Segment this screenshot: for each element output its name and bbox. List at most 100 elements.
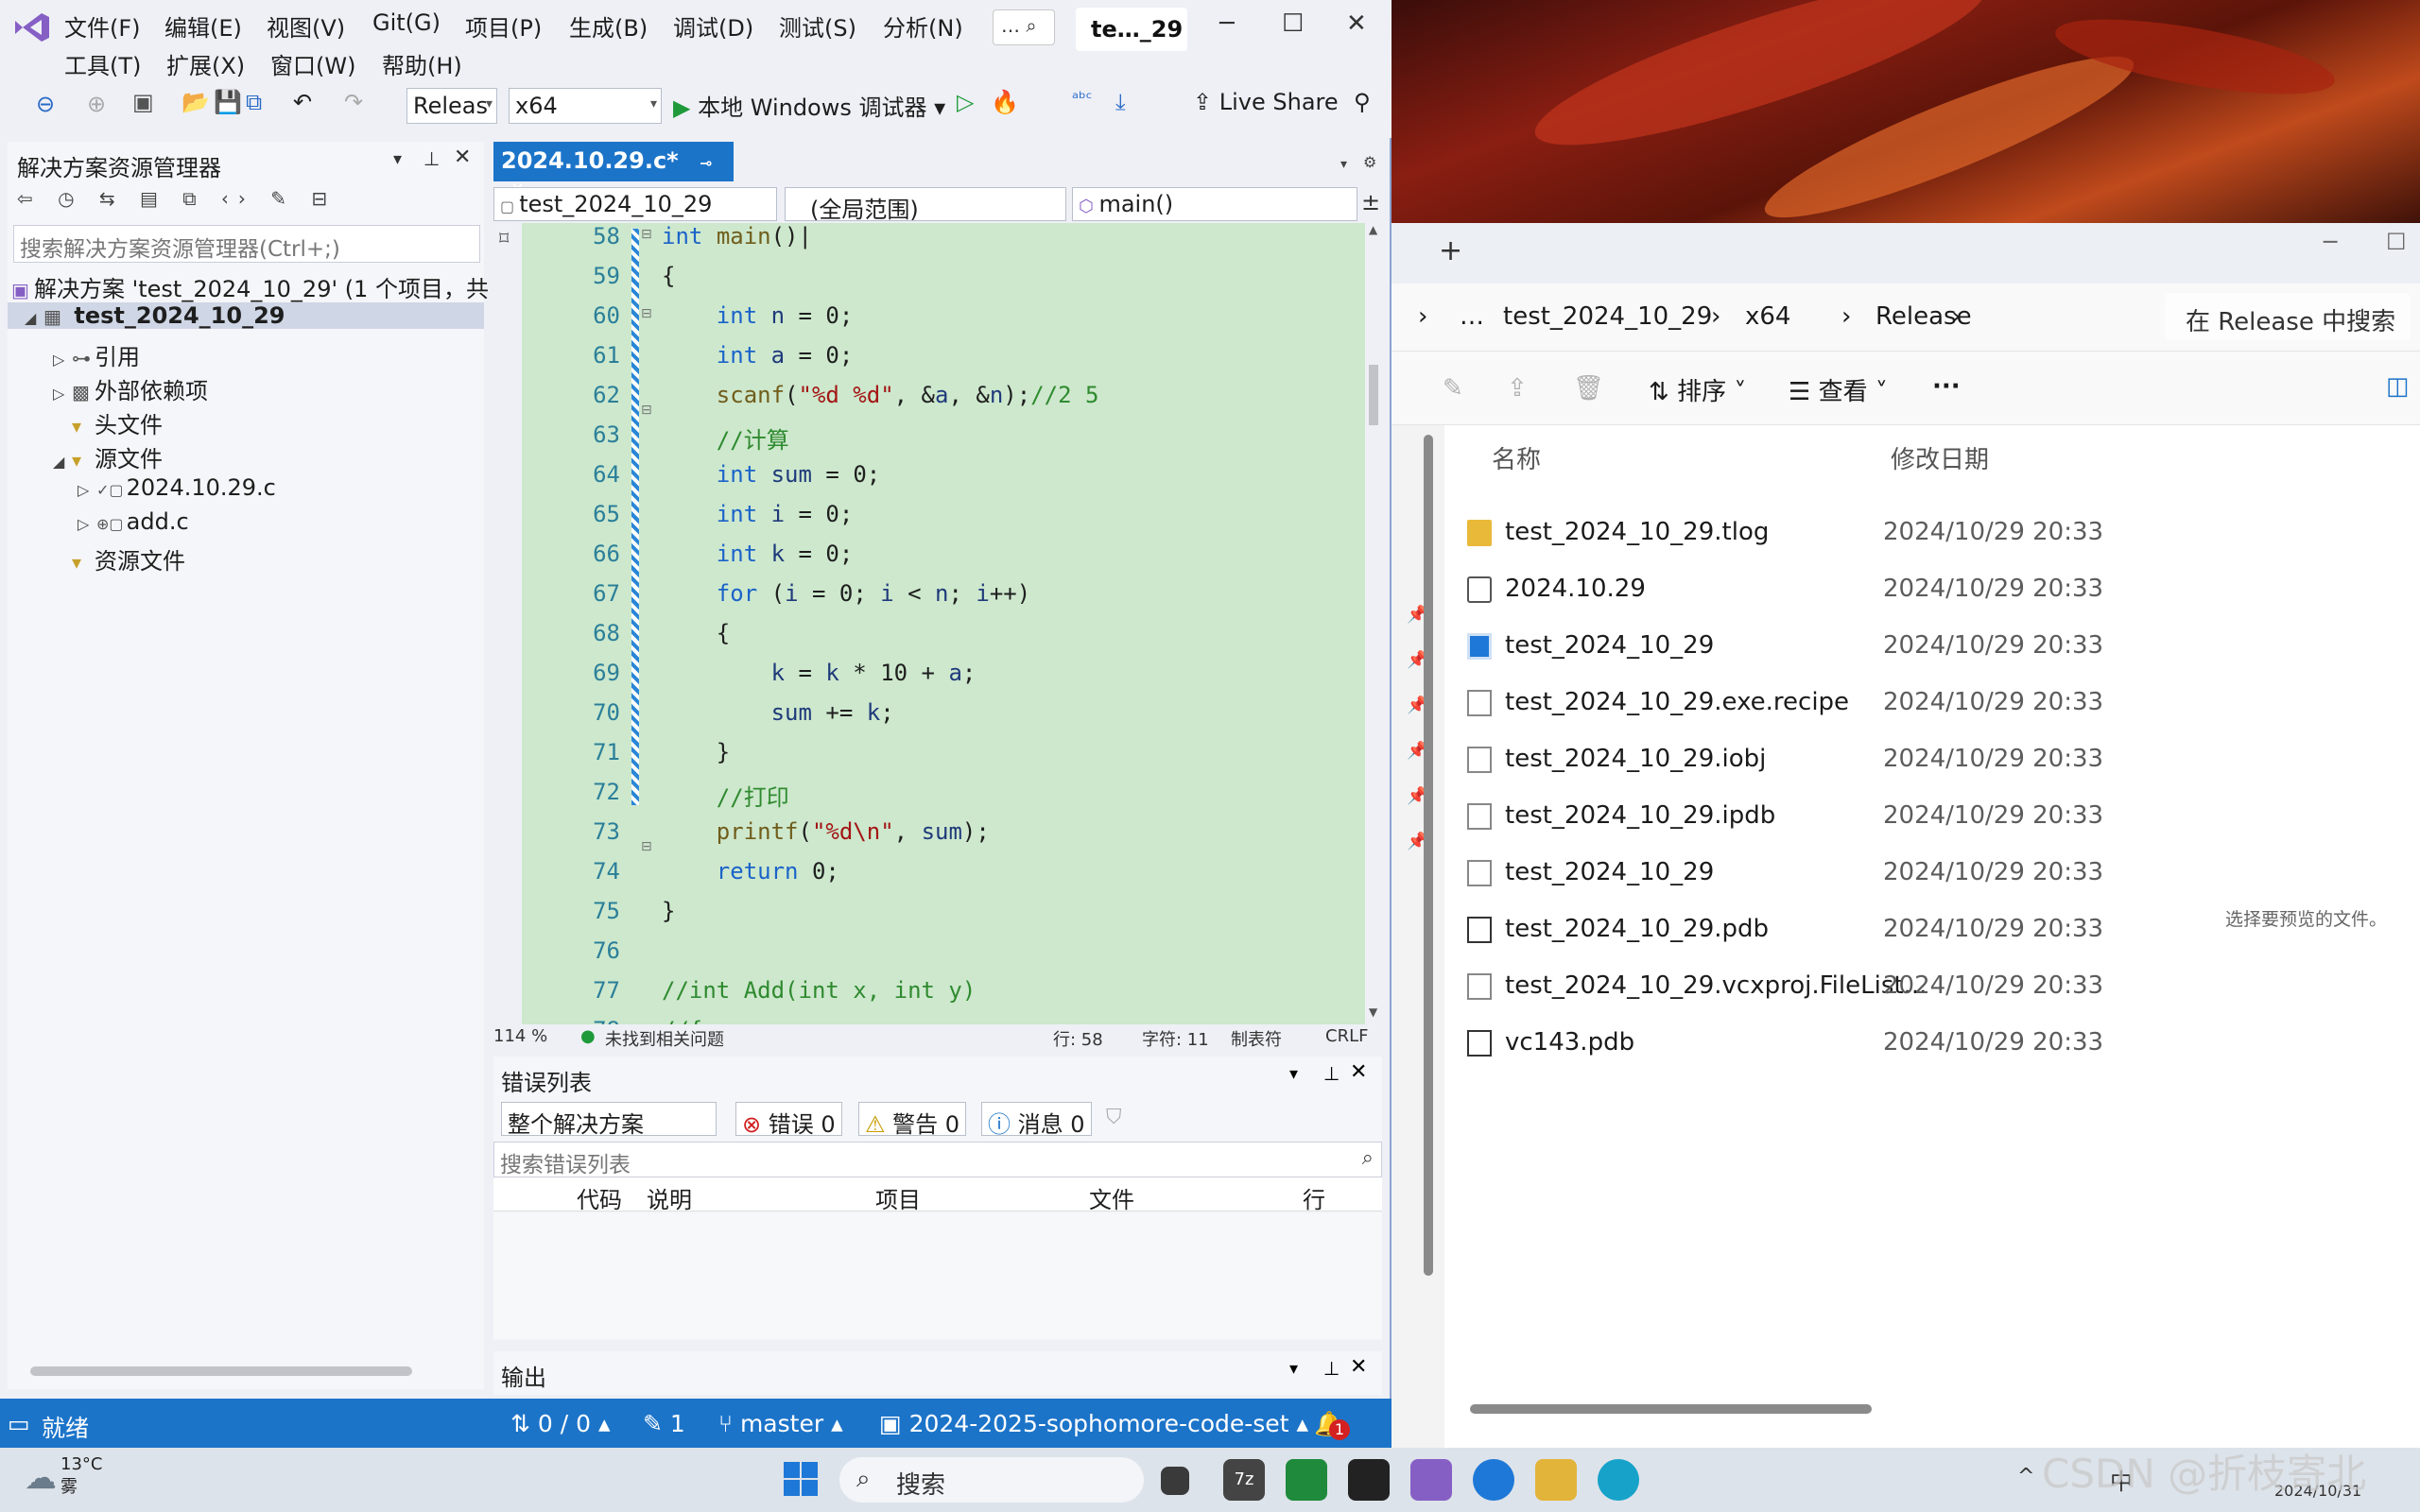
app-dark-icon[interactable] <box>1348 1459 1390 1501</box>
file-row[interactable]: test_2024_10_29 2024/10/29 20:33 <box>1467 627 2346 669</box>
edge-dev-icon[interactable] <box>1598 1459 1639 1501</box>
panel-options-icon[interactable]: ▾ <box>1289 1359 1298 1379</box>
menu-test[interactable]: 测试(S) <box>779 9 856 43</box>
view-button[interactable]: ☰ 查看 ˅ <box>1789 372 1888 407</box>
start-debugging-button[interactable]: ▶ 本地 Windows 调试器 ▾ <box>673 89 945 122</box>
pin-icon[interactable]: ⊸ <box>700 154 712 172</box>
output-title[interactable]: 输出 <box>501 1359 546 1392</box>
weather-widget[interactable]: 13°C 雾 <box>60 1453 102 1499</box>
app-green-icon[interactable] <box>1286 1459 1327 1501</box>
tray-overflow-icon[interactable]: ^ <box>2017 1465 2034 1488</box>
file-row[interactable]: test_2024_10_29 2024/10/29 20:33 <box>1467 854 2346 896</box>
tree-header-files[interactable]: ▾ 头文件 <box>53 406 163 439</box>
pending-edits[interactable]: ✎ 1 <box>643 1410 685 1437</box>
file-row[interactable]: test_2024_10_29.iobj 2024/10/29 20:33 <box>1467 741 2346 782</box>
undo-icon[interactable]: ↶ <box>293 89 312 115</box>
menu-project[interactable]: 项目(P) <box>465 9 542 43</box>
delete-icon[interactable]: 🗑 <box>1573 374 1604 403</box>
windows-start-icon[interactable] <box>783 1461 819 1497</box>
zoom-level[interactable]: 114 % <box>493 1026 547 1046</box>
collapse-region-icon[interactable]: ⊟ <box>641 839 652 854</box>
menu-help[interactable]: 帮助(H) <box>382 47 462 80</box>
file-row[interactable]: 2024.10.29 2024/10/29 20:33 <box>1467 571 2346 612</box>
maximize-button[interactable]: ☐ <box>2386 229 2407 255</box>
hot-reload-icon[interactable]: 🔥 <box>991 89 1019 115</box>
issues-status[interactable]: 未找到相关问题 <box>605 1026 724 1051</box>
breadcrumb-more[interactable]: … <box>1460 302 1484 331</box>
panel-options-icon[interactable]: ▾ <box>1289 1064 1298 1084</box>
explorer-search-input[interactable]: 在 Release 中搜索 <box>2165 293 2411 340</box>
menu-debug[interactable]: 调试(D) <box>673 9 753 43</box>
column-name-header[interactable]: 名称 <box>1492 440 1541 475</box>
git-changes[interactable]: ⇅ 0 / 0 ▴ <box>510 1410 611 1437</box>
pin-icon[interactable]: ⊥ <box>424 147 440 170</box>
minimize-button[interactable]: ─ <box>2324 229 2337 255</box>
back-icon[interactable]: ⊖ <box>36 91 55 117</box>
new-project-icon[interactable]: ▣ <box>132 89 154 115</box>
col-description[interactable]: 说明 <box>647 1181 692 1214</box>
save-all-icon[interactable]: ⧉ <box>246 89 262 115</box>
menu-extensions[interactable]: 扩展(X) <box>166 47 245 80</box>
tree-references[interactable]: ▷ ⊶ 引用 <box>53 338 140 371</box>
filter-icon[interactable]: ⛉ <box>1106 1106 1122 1129</box>
code-area[interactable]: ⌑ 58 59 60 61 62 63 64 65 66 67 68 69 70 71 72 73 74 75 76… <box>493 223 1365 1024</box>
file-row[interactable]: test_2024_10_29.ipdb 2024/10/29 20:33 <box>1467 798 2346 839</box>
vs-search-button[interactable]: … ⌕ <box>993 9 1055 45</box>
project-dropdown[interactable]: ▢ test_2024_10_29 <box>493 187 777 221</box>
panel-options-icon[interactable]: ▾ <box>393 149 402 169</box>
breadcrumb-x64[interactable]: x64 <box>1745 302 1790 331</box>
menu-git[interactable]: Git(G) <box>372 9 441 36</box>
task-view-icon[interactable] <box>1161 1467 1189 1495</box>
line-ending-indicator[interactable]: CRLF <box>1325 1026 1368 1046</box>
menu-edit[interactable]: 编辑(E) <box>164 9 242 43</box>
tree-source-files[interactable]: ◢ ▾ 源文件 <box>53 440 163 473</box>
scroll-up-icon[interactable]: ▲ <box>1369 223 1377 236</box>
configuration-dropdown[interactable]: Releas ▾ <box>406 88 497 124</box>
col-line[interactable]: 行 <box>1303 1181 1325 1214</box>
column-date-header[interactable]: 修改日期 <box>1891 440 1989 475</box>
tabs-indicator[interactable]: 制表符 <box>1231 1026 1282 1051</box>
close-icon[interactable]: ✕ <box>1350 1060 1367 1084</box>
close-icon[interactable]: ✕ <box>454 146 471 169</box>
function-dropdown[interactable]: ⬡ main() <box>1072 187 1357 221</box>
forward-icon[interactable]: ⊕ <box>87 91 106 117</box>
tree-resource-files[interactable]: ▾ 资源文件 <box>53 542 185 576</box>
error-search-input[interactable]: 搜索错误列表 ⌕ <box>493 1142 1382 1177</box>
spell-check-icon[interactable]: ᵃᵇᶜ <box>1072 89 1092 109</box>
close-icon[interactable]: ✕ <box>1350 1355 1367 1379</box>
git-branch[interactable]: ⑂ master ▴ <box>718 1410 843 1437</box>
7zip-icon[interactable]: 7z <box>1223 1459 1265 1501</box>
live-share-button[interactable]: ⇪ Live Share <box>1193 89 1339 115</box>
file-row[interactable]: test_2024_10_29.exe.recipe 2024/10/29 20:… <box>1467 684 2346 726</box>
details-pane-icon[interactable]: ◫ <box>2386 372 2410 401</box>
tree-file-main-c[interactable]: ▷ ✓▢ 2024.10.29.c <box>78 474 276 501</box>
file-row[interactable]: test_2024_10_29.vcxproj.FileList... 2024/… <box>1467 968 2346 1009</box>
menu-window[interactable]: 窗口(W) <box>270 47 355 80</box>
pin-icon[interactable]: ⊥ <box>1323 1357 1340 1380</box>
solution-explorer-toolbar[interactable]: ⇦ ◷ ⇆ ▤ ⧉ ‹› ✎ ⊟ <box>17 187 337 210</box>
error-scope-dropdown[interactable]: 整个解决方案 <box>501 1102 717 1138</box>
file-explorer-taskbar-icon[interactable] <box>1535 1459 1577 1501</box>
explorer-horizontal-scrollbar[interactable] <box>1470 1404 1872 1414</box>
rename-icon[interactable]: ✎ <box>1443 374 1463 403</box>
scroll-thumb[interactable] <box>1369 365 1378 425</box>
pin-icon[interactable]: ⊥ <box>1323 1062 1340 1085</box>
address-bar[interactable]: › … test_2024_10_29 › x64 › Release › 在 … <box>1392 284 2420 352</box>
collapse-region-icon[interactable]: ⊟ <box>641 403 652 418</box>
breakpoint-icon[interactable]: ⤓ <box>1115 89 1126 115</box>
breadcrumb-project[interactable]: test_2024_10_29 <box>1503 302 1712 331</box>
file-row[interactable]: test_2024_10_29.tlog 2024/10/29 20:33 <box>1467 514 2346 556</box>
errors-filter-button[interactable]: ⊗ 错误 0 <box>735 1102 842 1138</box>
minimize-button[interactable]: ─ <box>1219 9 1235 38</box>
share-icon[interactable]: ⇪ <box>1507 374 1528 403</box>
git-repository[interactable]: ▣ 2024-2025-sophomore-code-set ▴ <box>879 1410 1308 1437</box>
editor-vertical-scrollbar[interactable]: ▲ ▼ <box>1365 223 1382 1024</box>
solution-horizontal-scrollbar[interactable] <box>30 1366 412 1376</box>
collapse-region-icon[interactable]: ⊟ <box>641 227 652 242</box>
collapse-region-icon[interactable]: ⊟ <box>641 306 652 321</box>
save-icon[interactable]: 💾 <box>214 89 242 115</box>
file-row[interactable]: test_2024_10_29.pdb 2024/10/29 20:33 <box>1467 911 2346 953</box>
close-button[interactable]: ✕ <box>1346 9 1367 38</box>
col-file[interactable]: 文件 <box>1089 1181 1134 1214</box>
platform-dropdown[interactable]: x64 ▾ <box>509 88 662 124</box>
